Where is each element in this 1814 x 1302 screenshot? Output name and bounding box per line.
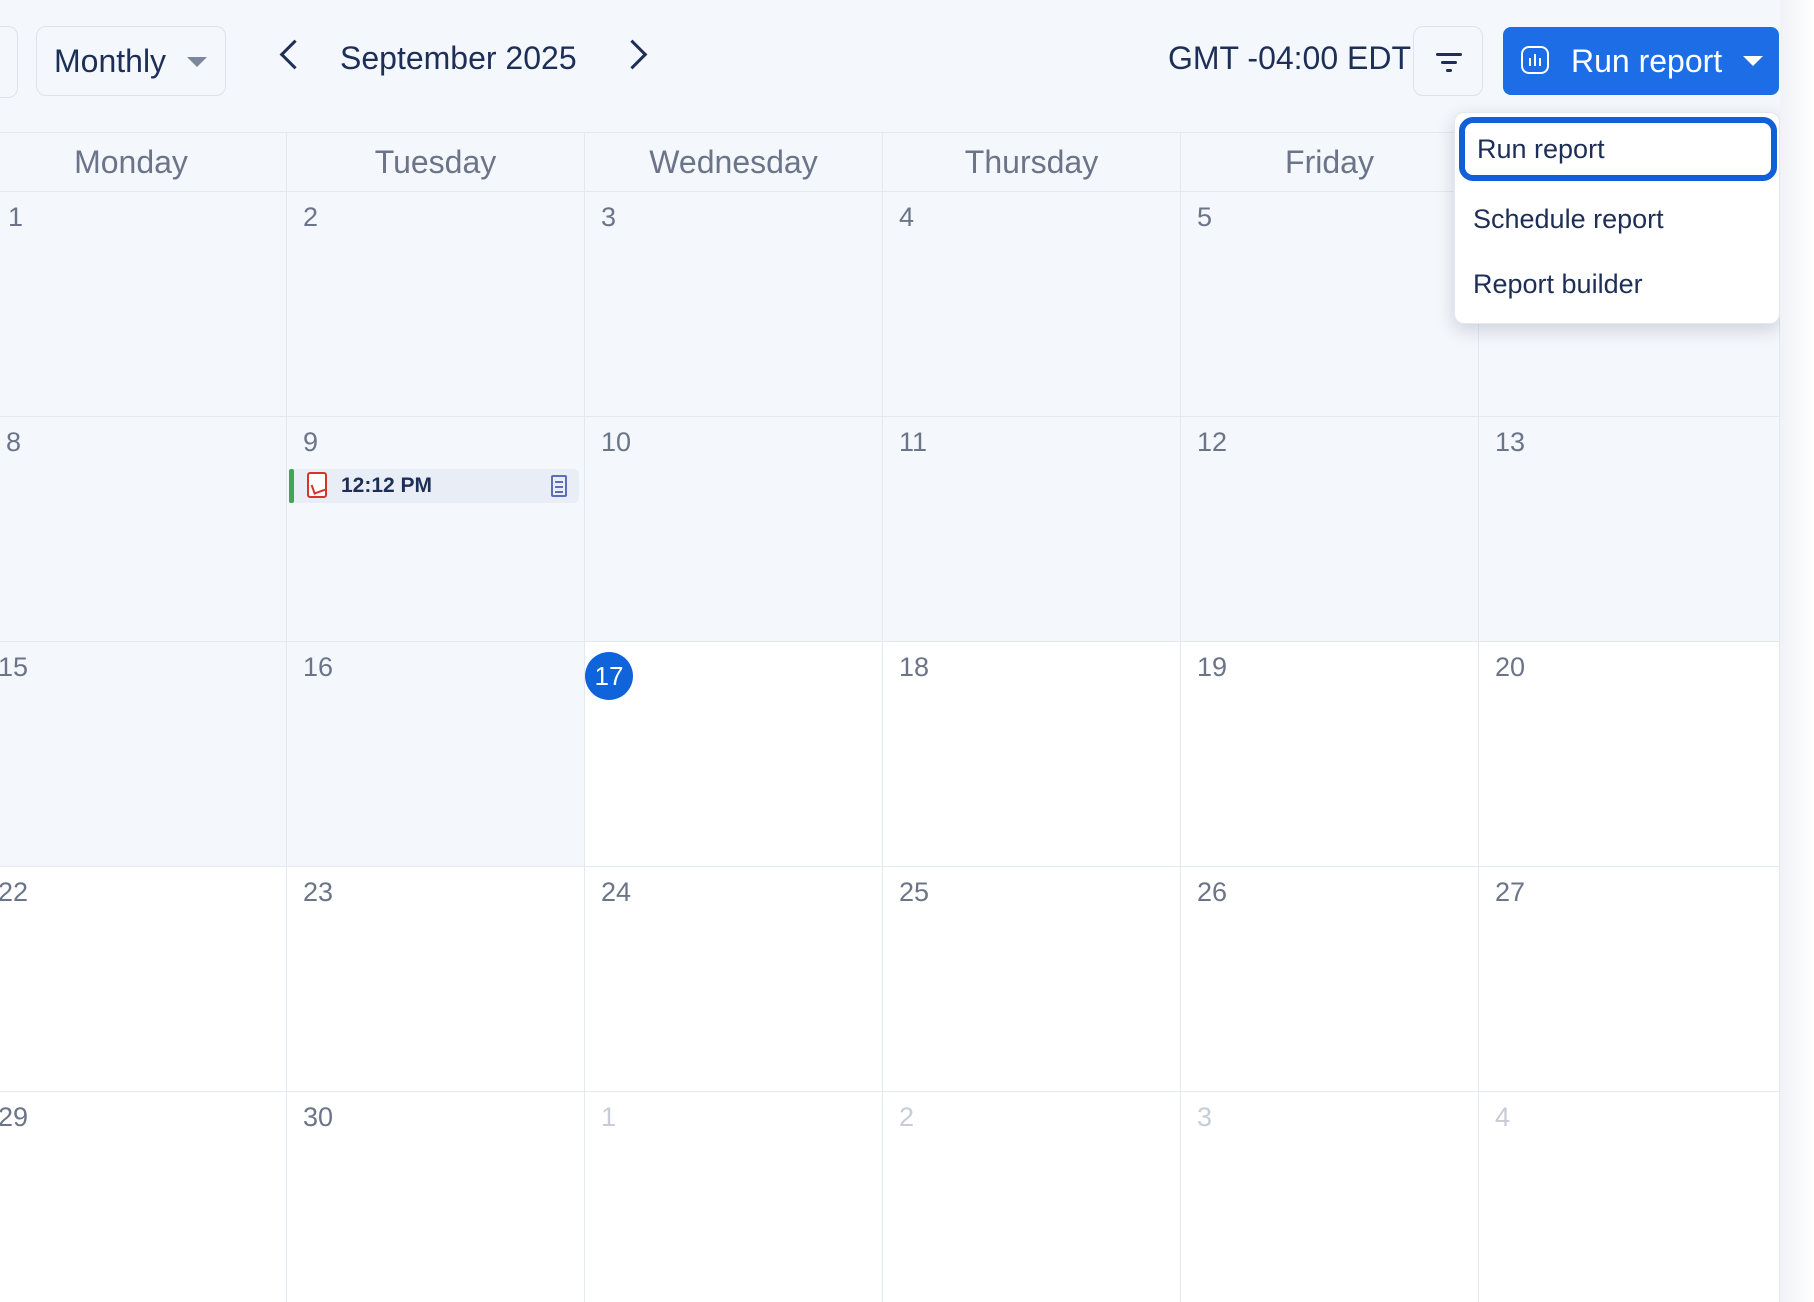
run-report-menu: Run report Schedule report Report builde… — [1454, 112, 1780, 324]
day-cell-next-month[interactable]: 3 — [1181, 1092, 1479, 1302]
event-status-bar — [289, 469, 294, 503]
day-number: 1 — [8, 202, 24, 232]
calendar-page: Monthly September 2025 GMT -04:00 EDT Ru… — [0, 0, 1814, 1302]
day-cell[interactable]: 11 — [883, 417, 1181, 642]
calendar-event[interactable]: 12:12 PM — [289, 469, 579, 503]
day-number: 15 — [0, 652, 29, 682]
day-number: 23 — [303, 877, 334, 907]
day-cell[interactable]: 15 — [0, 642, 287, 867]
weekday-monday: Monday — [0, 132, 287, 192]
day-number: 20 — [1495, 652, 1526, 682]
timezone-label: GMT -04:00 EDT — [1168, 40, 1412, 76]
day-cell[interactable]: 16 — [287, 642, 585, 867]
day-number: 13 — [1495, 427, 1526, 457]
day-cell[interactable]: 27 — [1479, 867, 1780, 1092]
day-number: 19 — [1197, 652, 1228, 682]
day-cell[interactable]: 13 — [1479, 417, 1780, 642]
day-cell[interactable]: 29 — [0, 1092, 287, 1302]
run-report-label: Run report — [1571, 43, 1723, 79]
day-number: 10 — [601, 427, 632, 457]
view-select[interactable]: Monthly — [36, 26, 226, 96]
day-cell[interactable]: 26 — [1181, 867, 1479, 1092]
day-cell[interactable]: 5 — [1181, 192, 1479, 417]
menu-item-schedule-report[interactable]: Schedule report — [1455, 187, 1781, 251]
day-cell[interactable]: 9 12:12 PM — [287, 417, 585, 642]
day-number: 26 — [1197, 877, 1228, 907]
filter-button[interactable] — [1413, 26, 1483, 96]
day-cell-next-month[interactable]: 4 — [1479, 1092, 1780, 1302]
day-cell[interactable]: 4 — [883, 192, 1181, 417]
day-number: 24 — [601, 877, 632, 907]
filter-icon-line — [1441, 61, 1457, 64]
day-number: 3 — [601, 202, 617, 232]
day-cell[interactable]: 8 — [0, 417, 287, 642]
run-report-button[interactable]: Run report — [1503, 27, 1779, 95]
menu-item-run-report[interactable]: Run report — [1459, 117, 1777, 181]
report-chart-icon — [1521, 46, 1549, 74]
day-number: 2 — [303, 202, 319, 232]
filter-icon-line — [1446, 69, 1452, 72]
today-badge: 17 — [585, 652, 633, 700]
day-number: 1 — [601, 1102, 617, 1132]
next-month-button[interactable] — [617, 39, 648, 70]
day-number: 11 — [899, 427, 928, 457]
day-number: 30 — [303, 1102, 334, 1132]
day-number: 12 — [1197, 427, 1228, 457]
day-cell[interactable]: 23 — [287, 867, 585, 1092]
day-number: 2 — [899, 1102, 915, 1132]
day-cell-next-month[interactable]: 2 — [883, 1092, 1181, 1302]
day-cell[interactable]: 30 — [287, 1092, 585, 1302]
day-cell[interactable]: 18 — [883, 642, 1181, 867]
day-number: 22 — [0, 877, 29, 907]
weekday-tuesday: Tuesday — [287, 132, 585, 192]
day-cell[interactable]: 24 — [585, 867, 883, 1092]
month-label: September 2025 — [340, 40, 577, 76]
previous-month-button[interactable] — [279, 39, 310, 70]
filter-icon — [1436, 53, 1462, 56]
day-number: 4 — [899, 202, 915, 232]
day-cell-today[interactable]: 17 — [585, 642, 883, 867]
day-number: 4 — [1495, 1102, 1511, 1132]
weekday-wednesday: Wednesday — [585, 132, 883, 192]
day-cell[interactable]: 1 — [0, 192, 287, 417]
day-cell[interactable]: 12 — [1181, 417, 1479, 642]
weekday-thursday: Thursday — [883, 132, 1181, 192]
day-cell-next-month[interactable]: 1 — [585, 1092, 883, 1302]
day-number: 9 — [303, 427, 319, 457]
day-number: 29 — [0, 1102, 29, 1132]
day-cell[interactable]: 10 — [585, 417, 883, 642]
day-cell[interactable]: 19 — [1181, 642, 1479, 867]
window-edge — [1780, 0, 1814, 1302]
view-select-value: Monthly — [54, 42, 167, 79]
day-number: 3 — [1197, 1102, 1213, 1132]
menu-item-report-builder[interactable]: Report builder — [1455, 252, 1781, 316]
report-document-icon[interactable] — [551, 475, 567, 497]
day-cell[interactable]: 25 — [883, 867, 1181, 1092]
day-number: 8 — [6, 427, 22, 457]
pdf-icon — [307, 472, 327, 498]
weekday-friday: Friday — [1181, 132, 1479, 192]
event-time: 12:12 PM — [341, 474, 433, 497]
day-cell[interactable]: 22 — [0, 867, 287, 1092]
day-cell[interactable]: 20 — [1479, 642, 1780, 867]
day-number: 27 — [1495, 877, 1526, 907]
day-cell[interactable]: 3 — [585, 192, 883, 417]
chevron-down-icon[interactable] — [1743, 56, 1763, 66]
day-number: 25 — [899, 877, 930, 907]
day-number: 16 — [303, 652, 334, 682]
left-toolbar-button[interactable] — [0, 26, 18, 98]
chevron-down-icon — [187, 57, 207, 67]
day-number: 5 — [1197, 202, 1213, 232]
day-number: 18 — [899, 652, 930, 682]
day-cell[interactable]: 2 — [287, 192, 585, 417]
